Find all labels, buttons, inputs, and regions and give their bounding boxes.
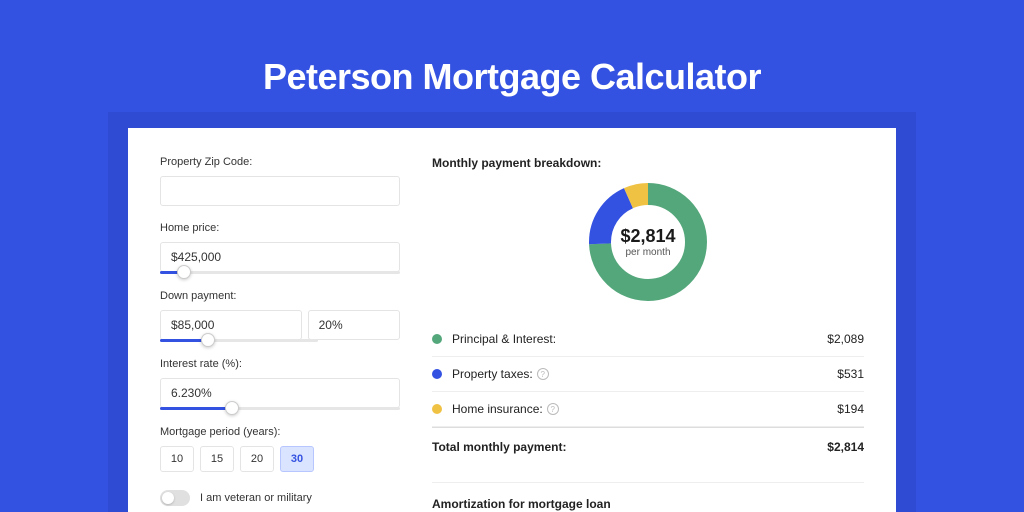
info-icon[interactable]: ? [537, 368, 549, 380]
veteran-toggle[interactable] [160, 490, 190, 506]
rate-slider[interactable] [160, 407, 400, 410]
zip-group: Property Zip Code: [160, 156, 400, 206]
zip-label: Property Zip Code: [160, 156, 400, 168]
donut-chart: $2,814 per month [586, 180, 710, 304]
results-panel: Monthly payment breakdown: $2,814 per mo… [432, 156, 864, 512]
calculator-card: Property Zip Code: Home price: Down paym… [128, 128, 896, 512]
period-buttons: 10 15 20 30 [160, 446, 400, 472]
price-group: Home price: [160, 222, 400, 274]
dot-icon [432, 404, 442, 414]
down-slider[interactable] [160, 339, 318, 342]
rate-input[interactable] [160, 378, 400, 408]
rate-slider-thumb[interactable] [225, 401, 239, 415]
rate-group: Interest rate (%): [160, 358, 400, 410]
legend-name: Home insurance: ? [452, 402, 559, 416]
down-amount-input[interactable] [160, 310, 302, 340]
donut-center: $2,814 per month [586, 180, 710, 304]
price-input[interactable] [160, 242, 400, 272]
price-label: Home price: [160, 222, 400, 234]
legend-name: Property taxes: ? [452, 367, 549, 381]
legend-value: $2,089 [827, 332, 864, 346]
legend-name-text: Property taxes: [452, 367, 533, 381]
rate-slider-fill [160, 407, 232, 410]
amortization-section: Amortization for mortgage loan Amortizat… [432, 482, 864, 512]
legend-row-principal: Principal & Interest: $2,089 [432, 322, 864, 357]
veteran-label: I am veteran or military [200, 492, 312, 504]
down-percent-input[interactable] [308, 310, 400, 340]
period-20[interactable]: 20 [240, 446, 274, 472]
legend-name: Principal & Interest: [452, 332, 556, 346]
donut-wrap: $2,814 per month [432, 180, 864, 304]
period-15[interactable]: 15 [200, 446, 234, 472]
period-group: Mortgage period (years): 10 15 20 30 [160, 426, 400, 472]
legend-value: $194 [837, 402, 864, 416]
toggle-knob [162, 492, 174, 504]
veteran-row: I am veteran or military [160, 490, 400, 506]
donut-amount: $2,814 [620, 226, 675, 247]
price-slider[interactable] [160, 271, 400, 274]
rate-label: Interest rate (%): [160, 358, 400, 370]
total-label: Total monthly payment: [432, 440, 566, 454]
zip-input[interactable] [160, 176, 400, 206]
page-title: Peterson Mortgage Calculator [0, 0, 1024, 98]
legend-row-insurance: Home insurance: ? $194 [432, 392, 864, 427]
info-icon[interactable]: ? [547, 403, 559, 415]
dot-icon [432, 369, 442, 379]
dot-icon [432, 334, 442, 344]
period-30[interactable]: 30 [280, 446, 314, 472]
legend: Principal & Interest: $2,089 Property ta… [432, 322, 864, 466]
form-panel: Property Zip Code: Home price: Down paym… [160, 156, 400, 512]
down-label: Down payment: [160, 290, 400, 302]
total-value: $2,814 [827, 440, 864, 454]
donut-sub: per month [625, 247, 670, 258]
down-group: Down payment: [160, 290, 400, 342]
legend-value: $531 [837, 367, 864, 381]
down-slider-thumb[interactable] [201, 333, 215, 347]
period-10[interactable]: 10 [160, 446, 194, 472]
app-background: Peterson Mortgage Calculator Property Zi… [0, 0, 1024, 512]
legend-row-taxes: Property taxes: ? $531 [432, 357, 864, 392]
period-label: Mortgage period (years): [160, 426, 400, 438]
price-slider-thumb[interactable] [177, 265, 191, 279]
amort-title: Amortization for mortgage loan [432, 497, 864, 511]
legend-name-text: Home insurance: [452, 402, 543, 416]
legend-total-row: Total monthly payment: $2,814 [432, 427, 864, 466]
breakdown-title: Monthly payment breakdown: [432, 156, 864, 170]
